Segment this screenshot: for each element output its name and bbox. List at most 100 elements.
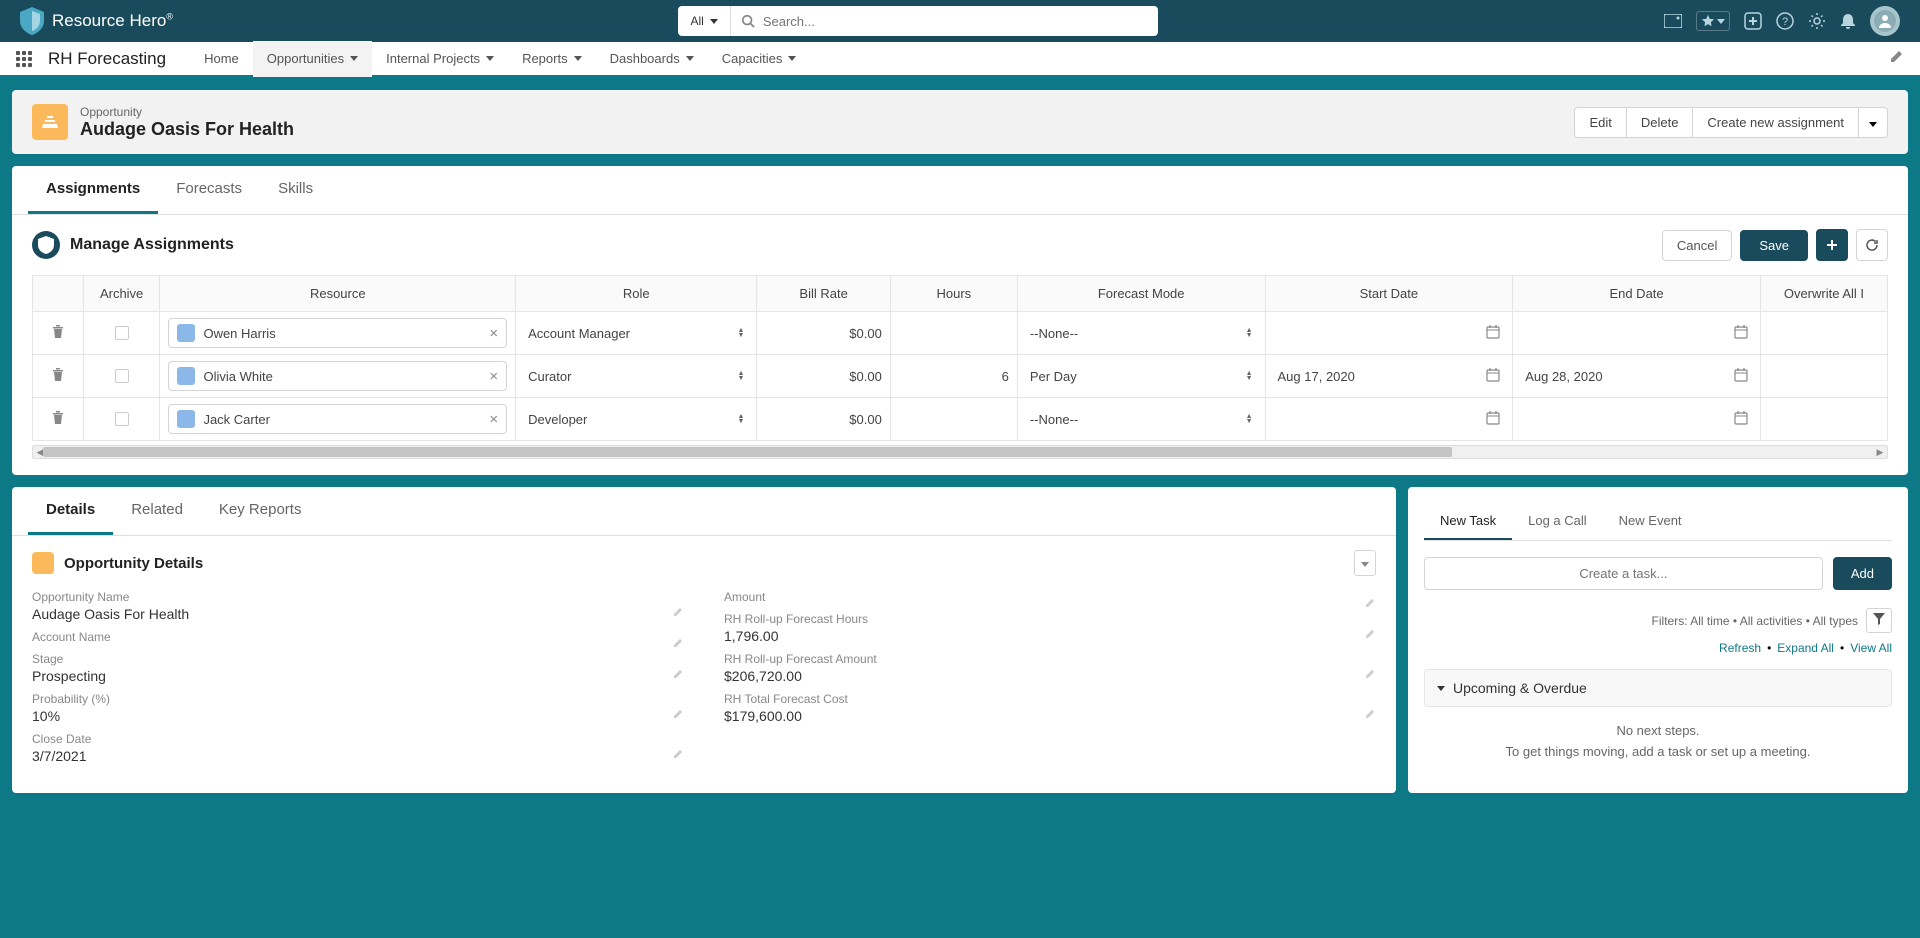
clear-resource-icon[interactable]: × (489, 411, 498, 428)
expand-all-link[interactable]: Expand All (1777, 641, 1834, 655)
add-row-button[interactable] (1816, 229, 1848, 261)
add-icon[interactable] (1744, 12, 1762, 30)
calendar-icon[interactable] (1486, 411, 1500, 428)
edit-field-pencil-icon[interactable] (1365, 668, 1376, 682)
create-task-input[interactable] (1424, 557, 1823, 590)
nav-internal-projects[interactable]: Internal Projects (372, 41, 508, 77)
role-select[interactable]: Curator▲▼ (524, 369, 748, 384)
edit-button[interactable]: Edit (1574, 107, 1626, 138)
resource-lookup[interactable]: Jack Carter× (168, 404, 507, 434)
clear-resource-icon[interactable]: × (489, 368, 498, 385)
app-launcher-icon[interactable] (16, 51, 32, 67)
help-icon[interactable]: ? (1776, 12, 1794, 30)
nav-home[interactable]: Home (190, 41, 253, 77)
calendar-icon[interactable] (1734, 411, 1748, 428)
edit-field-pencil-icon[interactable] (1365, 708, 1376, 722)
refresh-button[interactable] (1856, 229, 1888, 261)
start-date-input[interactable] (1274, 411, 1505, 428)
field-value: Prospecting (32, 668, 664, 684)
tab-logcall[interactable]: Log a Call (1512, 503, 1603, 540)
edit-field-pencil-icon[interactable] (1365, 628, 1376, 642)
edit-nav-pencil-icon[interactable] (1890, 49, 1904, 68)
notifications-bell-icon[interactable] (1840, 12, 1856, 30)
role-select[interactable]: Developer▲▼ (524, 412, 748, 427)
tab-newtask[interactable]: New Task (1424, 503, 1512, 540)
overwrite-cell[interactable] (1760, 312, 1887, 355)
section-collapse-icon[interactable] (1354, 550, 1376, 576)
delete-row-icon[interactable] (51, 370, 65, 385)
favorites-dropdown[interactable] (1696, 11, 1730, 31)
clear-resource-icon[interactable]: × (489, 325, 498, 342)
edit-field-pencil-icon[interactable] (673, 748, 684, 762)
edit-field-pencil-icon[interactable] (1365, 597, 1376, 611)
hours-cell[interactable] (890, 312, 1017, 355)
archive-checkbox[interactable] (115, 369, 129, 383)
edit-field-pencil-icon[interactable] (673, 606, 684, 620)
tab-forecasts[interactable]: Forecasts (158, 166, 260, 214)
horizontal-scrollbar[interactable]: ◀ ▶ (32, 445, 1888, 459)
overwrite-cell[interactable] (1760, 355, 1887, 398)
field-value: $179,600.00 (724, 708, 1356, 724)
chevron-down-icon[interactable] (686, 56, 694, 61)
user-avatar[interactable] (1870, 6, 1900, 36)
search-input[interactable] (763, 14, 1149, 29)
more-actions-dropdown[interactable] (1859, 107, 1888, 138)
forecast-mode-select[interactable]: Per Day▲▼ (1026, 369, 1257, 384)
bill-rate-cell[interactable]: $0.00 (757, 355, 890, 398)
chevron-down-icon[interactable] (350, 56, 358, 61)
chevron-down-icon[interactable] (486, 56, 494, 61)
refresh-link[interactable]: Refresh (1719, 641, 1761, 655)
nav-capacities[interactable]: Capacities (708, 41, 811, 77)
tab-details[interactable]: Details (28, 487, 113, 535)
calendar-icon[interactable] (1486, 368, 1500, 385)
assignments-panel: Assignments Forecasts Skills Manage Assi… (12, 166, 1908, 475)
resource-lookup[interactable]: Olivia White× (168, 361, 507, 391)
start-date-input[interactable]: Aug 17, 2020 (1274, 368, 1505, 385)
delete-button[interactable]: Delete (1627, 107, 1694, 138)
bill-rate-cell[interactable]: $0.00 (757, 312, 890, 355)
view-all-link[interactable]: View All (1850, 641, 1892, 655)
start-date-input[interactable] (1274, 325, 1505, 342)
archive-checkbox[interactable] (115, 412, 129, 426)
end-date-input[interactable]: Aug 28, 2020 (1521, 368, 1752, 385)
filter-funnel-icon[interactable] (1866, 608, 1892, 633)
tab-related[interactable]: Related (113, 487, 201, 535)
nav-dashboards[interactable]: Dashboards (596, 41, 708, 77)
edit-field-pencil-icon[interactable] (673, 708, 684, 722)
calendar-icon[interactable] (1734, 368, 1748, 385)
nav-reports[interactable]: Reports (508, 41, 596, 77)
create-assignment-button[interactable]: Create new assignment (1693, 107, 1859, 138)
end-date-input[interactable] (1521, 325, 1752, 342)
upcoming-section-toggle[interactable]: Upcoming & Overdue (1424, 669, 1892, 707)
bill-rate-cell[interactable]: $0.00 (757, 398, 890, 441)
calendar-icon[interactable] (1486, 325, 1500, 342)
delete-row-icon[interactable] (51, 327, 65, 342)
hours-cell[interactable] (890, 398, 1017, 441)
end-date-input[interactable] (1521, 411, 1752, 428)
nav-opportunities[interactable]: Opportunities (253, 41, 372, 77)
global-search[interactable]: All (678, 6, 1158, 36)
delete-row-icon[interactable] (51, 413, 65, 428)
save-button[interactable]: Save (1740, 230, 1808, 261)
role-select[interactable]: Account Manager▲▼ (524, 326, 748, 341)
tab-assignments[interactable]: Assignments (28, 166, 158, 214)
tab-skills[interactable]: Skills (260, 166, 331, 214)
card-icon[interactable] (1664, 14, 1682, 28)
chevron-down-icon[interactable] (788, 56, 796, 61)
archive-checkbox[interactable] (115, 326, 129, 340)
setup-gear-icon[interactable] (1808, 12, 1826, 30)
forecast-mode-select[interactable]: --None--▲▼ (1026, 326, 1257, 341)
resource-lookup[interactable]: Owen Harris× (168, 318, 507, 348)
tab-keyreports[interactable]: Key Reports (201, 487, 320, 535)
edit-field-pencil-icon[interactable] (673, 668, 684, 682)
edit-field-pencil-icon[interactable] (673, 637, 684, 651)
calendar-icon[interactable] (1734, 325, 1748, 342)
tab-newevent[interactable]: New Event (1603, 503, 1698, 540)
chevron-down-icon[interactable] (574, 56, 582, 61)
forecast-mode-select[interactable]: --None--▲▼ (1026, 412, 1257, 427)
search-filter-dropdown[interactable]: All (678, 6, 730, 36)
overwrite-cell[interactable] (1760, 398, 1887, 441)
hours-cell[interactable]: 6 (890, 355, 1017, 398)
add-task-button[interactable]: Add (1833, 557, 1892, 590)
cancel-button[interactable]: Cancel (1662, 230, 1732, 261)
